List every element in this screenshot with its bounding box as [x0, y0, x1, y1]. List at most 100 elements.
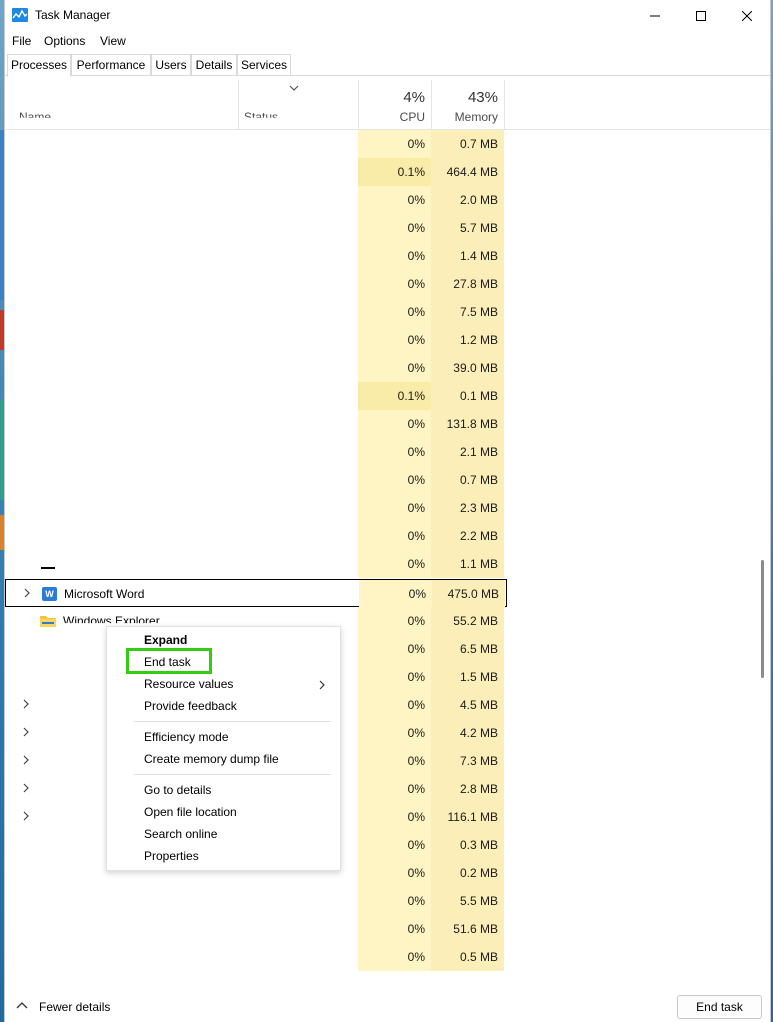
- tab-strip: Processes Performance Users Details Serv…: [5, 54, 770, 77]
- minimize-icon: [650, 15, 660, 17]
- cpu-cell: 0%: [358, 887, 431, 915]
- memory-cell: 51.6 MB: [431, 915, 504, 943]
- memory-cell: 2.0 MB: [431, 186, 504, 214]
- memory-cell: 2.8 MB: [431, 775, 504, 803]
- cpu-cell: 0%: [358, 803, 431, 831]
- memory-cell: 6.5 MB: [431, 635, 504, 663]
- tab-services[interactable]: Services: [237, 54, 291, 75]
- table-row[interactable]: 0% 51.6 MB: [5, 915, 760, 943]
- cpu-cell: 0%: [358, 354, 431, 382]
- context-menu-item-create-memory-dump-file[interactable]: Create memory dump file: [144, 752, 279, 766]
- memory-cell: 0.1 MB: [431, 382, 504, 410]
- column-memory-header[interactable]: 43% Memory: [431, 80, 504, 129]
- chevron-right-icon[interactable]: [22, 727, 30, 737]
- table-row-selected[interactable]: 0% 475.0 MB W Microsoft Word: [5, 579, 507, 608]
- chevron-up-icon: [16, 1002, 28, 1009]
- memory-cell: 4.5 MB: [431, 691, 504, 719]
- column-separator: [431, 80, 432, 129]
- memory-cell: 4.2 MB: [431, 719, 504, 747]
- memory-cell: 1.1 MB: [431, 550, 504, 578]
- chevron-right-icon[interactable]: [22, 699, 30, 709]
- cpu-cell: 0%: [358, 607, 431, 635]
- context-menu: Expand End task Resource values Provide fee…: [106, 626, 341, 871]
- memory-label: Memory: [454, 110, 498, 124]
- cpu-cell: 0%: [358, 663, 431, 691]
- memory-cell: 116.1 MB: [431, 803, 504, 831]
- chevron-right-icon[interactable]: [23, 588, 31, 598]
- column-cpu-header[interactable]: 4% CPU: [358, 80, 431, 129]
- cpu-cell: 0%: [358, 130, 431, 158]
- cpu-cell: 0%: [358, 550, 431, 578]
- context-menu-item-efficiency-mode[interactable]: Efficiency mode: [144, 730, 229, 744]
- table-row[interactable]: 0% 2.3 MB: [5, 494, 760, 522]
- context-menu-item-properties[interactable]: Properties: [144, 849, 199, 863]
- vertical-scrollbar[interactable]: [761, 560, 764, 678]
- chevron-right-icon[interactable]: [22, 811, 30, 821]
- menu-view[interactable]: View: [100, 34, 126, 48]
- memory-cell: 27.8 MB: [431, 270, 504, 298]
- cpu-cell: 0%: [358, 186, 431, 214]
- close-button[interactable]: [724, 0, 770, 32]
- memory-cell: 0.2 MB: [431, 859, 504, 887]
- table-row[interactable]: 0% 0.5 MB: [5, 943, 760, 971]
- tab-details[interactable]: Details: [191, 54, 237, 75]
- tab-processes[interactable]: Processes: [7, 54, 71, 77]
- memory-cell: 0.5 MB: [431, 943, 504, 971]
- cpu-cell: 0%: [358, 691, 431, 719]
- fewer-details-link[interactable]: Fewer details: [39, 1000, 110, 1014]
- memory-cell: 7.3 MB: [431, 747, 504, 775]
- context-menu-item-resource-values[interactable]: Resource values: [144, 677, 233, 691]
- cpu-cell: 0%: [358, 410, 431, 438]
- table-row[interactable]: 0% 27.8 MB: [5, 270, 760, 298]
- chevron-right-icon[interactable]: [22, 783, 30, 793]
- table-row[interactable]: 0% 5.5 MB: [5, 887, 760, 915]
- column-status-header[interactable]: Status: [244, 110, 278, 118]
- chevron-right-icon[interactable]: [22, 755, 30, 765]
- cpu-cell: 0.1%: [358, 158, 431, 186]
- table-row[interactable]: 0.1% 0.1 MB: [5, 382, 760, 410]
- minimize-button[interactable]: [632, 0, 678, 32]
- table-row[interactable]: 0% 1.4 MB: [5, 242, 760, 270]
- cpu-cell: 0%: [358, 242, 431, 270]
- context-menu-item-expand[interactable]: Expand: [144, 633, 187, 647]
- cpu-cell: 0%: [358, 915, 431, 943]
- tab-users[interactable]: Users: [151, 54, 191, 75]
- cpu-cell: 0%: [358, 831, 431, 859]
- table-row[interactable]: 0% 5.7 MB: [5, 214, 760, 242]
- table-row[interactable]: 0% 0.7 MB: [5, 466, 760, 494]
- memory-cell: 464.4 MB: [431, 158, 504, 186]
- table-row[interactable]: 0% 2.2 MB: [5, 522, 760, 550]
- maximize-button[interactable]: [678, 0, 724, 32]
- context-menu-item-provide-feedback[interactable]: Provide feedback: [144, 699, 237, 713]
- table-row[interactable]: 0% 0.7 MB: [5, 130, 760, 158]
- cpu-cell: 0%: [358, 719, 431, 747]
- cpu-cell: 0%: [358, 747, 431, 775]
- column-name-header[interactable]: Name: [19, 110, 51, 118]
- table-row[interactable]: 0% 1.1 MB: [5, 550, 760, 578]
- table-row[interactable]: 0% 2.0 MB: [5, 186, 760, 214]
- table-row[interactable]: 0.1% 464.4 MB: [5, 158, 760, 186]
- memory-cell: 1.4 MB: [431, 242, 504, 270]
- cpu-cell: 0%: [358, 326, 431, 354]
- table-row[interactable]: 0% 1.2 MB: [5, 326, 760, 354]
- window-title: Task Manager: [35, 8, 111, 22]
- table-row[interactable]: 0% 2.1 MB: [5, 438, 760, 466]
- tab-performance[interactable]: Performance: [71, 54, 151, 75]
- menu-file[interactable]: File: [12, 34, 31, 48]
- table-row[interactable]: 0% 39.0 MB: [5, 354, 760, 382]
- column-header: Name Status 4% CPU 43% Memory: [5, 80, 770, 130]
- memory-cell: 5.7 MB: [431, 214, 504, 242]
- table-row[interactable]: 0% 7.5 MB: [5, 298, 760, 326]
- context-menu-item-search-online[interactable]: Search online: [144, 827, 217, 841]
- maximize-icon: [696, 11, 706, 21]
- cpu-cell: 0%: [358, 943, 431, 971]
- cpu-cell: 0%: [358, 522, 431, 550]
- task-manager-icon: [12, 8, 28, 22]
- memory-cell: 39.0 MB: [431, 354, 504, 382]
- title-bar: Task Manager: [5, 0, 770, 32]
- context-menu-item-open-file-location[interactable]: Open file location: [144, 805, 237, 819]
- menu-options[interactable]: Options: [44, 34, 85, 48]
- table-row[interactable]: 0% 131.8 MB: [5, 410, 760, 438]
- context-menu-item-go-to-details[interactable]: Go to details: [144, 783, 211, 797]
- end-task-button[interactable]: End task: [677, 995, 762, 1019]
